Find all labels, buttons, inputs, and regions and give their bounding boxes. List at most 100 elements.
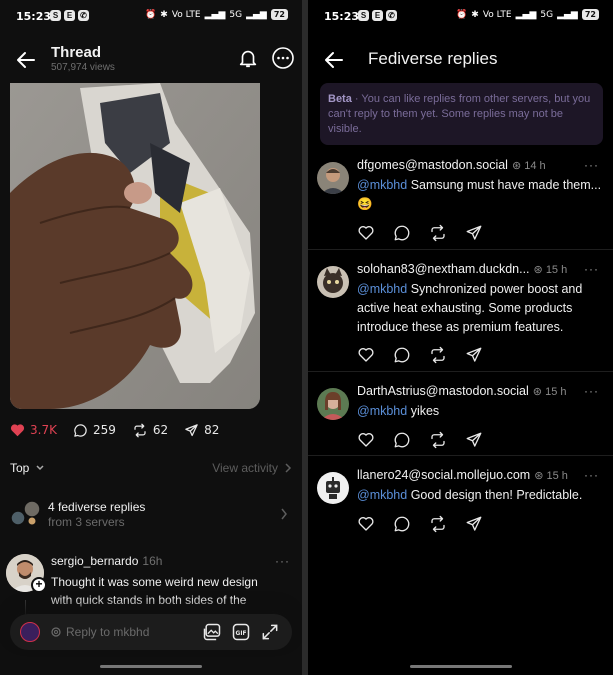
mention-link[interactable]: @mkbhd	[357, 488, 407, 502]
mention-link[interactable]: @mkbhd	[357, 282, 407, 296]
back-arrow-icon[interactable]	[14, 48, 38, 72]
repost-icon[interactable]	[429, 346, 447, 364]
hand-holding-phone-image	[10, 83, 260, 409]
whatsapp-icon: ✆	[78, 10, 89, 21]
reply-handle[interactable]: DarthAstrius@mastodon.social	[357, 384, 529, 398]
reply-count: 259	[92, 423, 116, 437]
follow-plus-icon[interactable]: +	[31, 577, 47, 593]
more-icon[interactable]: ···	[275, 554, 290, 568]
view-count: 507,974 views	[51, 62, 115, 73]
avatar[interactable]	[317, 472, 349, 504]
reply-handle[interactable]: llanero24@social.mollejuo.com	[357, 468, 530, 482]
fediverse-reply[interactable]: dfgomes@mastodon.social ⊛ 14 h ··· @mkbhd…	[308, 156, 613, 250]
reply-body: yikes	[410, 404, 440, 418]
reply-input[interactable]: Reply to mkbhd	[50, 625, 149, 639]
fediverse-reply[interactable]: DarthAstrius@mastodon.social ⊛ 15 h ··· @…	[308, 382, 613, 456]
reply-username[interactable]: sergio_bernardo	[51, 554, 138, 568]
comment-icon	[74, 423, 87, 437]
heart-icon[interactable]	[357, 515, 375, 533]
robot-avatar-image	[317, 472, 349, 504]
status-time: 15:23	[324, 10, 360, 23]
network-5g-label: 5G	[540, 9, 554, 20]
beta-badge: Beta	[328, 93, 352, 105]
threads-icon	[51, 627, 61, 637]
heart-icon[interactable]	[357, 431, 375, 449]
thread-screen: 15:23 S E ✆ ⏰ ✱ Vo LTE ▂▄▆ 5G ▂▄▆ 72 Thr…	[0, 0, 302, 675]
mention-link[interactable]: @mkbhd	[357, 404, 407, 418]
reply-handle[interactable]: dfgomes@mastodon.social	[357, 158, 508, 172]
send-icon[interactable]	[465, 431, 483, 449]
more-icon[interactable]: ···	[584, 158, 599, 172]
repost-icon[interactable]	[429, 431, 447, 449]
reply-time: 14 h	[524, 160, 546, 172]
post-image[interactable]	[10, 83, 260, 409]
own-avatar	[20, 622, 40, 642]
image-gallery-icon[interactable]	[202, 622, 222, 642]
comment-icon[interactable]	[393, 224, 411, 242]
reply-text: @mkbhd Good design then! Predictable.	[357, 486, 607, 505]
repost-icon[interactable]	[429, 515, 447, 533]
signal-icon: ▂▄▆	[515, 9, 537, 20]
reply-body: Samsung must have made them...	[410, 178, 602, 192]
avatar[interactable]	[317, 388, 349, 420]
like-button[interactable]: 3.7K	[10, 423, 57, 437]
repost-icon	[134, 423, 146, 437]
more-icon[interactable]: ···	[584, 384, 599, 398]
send-icon	[185, 423, 198, 436]
reply-handle[interactable]: solohan83@nextham.duckdn...	[357, 262, 530, 276]
person-avatar-image	[317, 388, 349, 420]
signal-icon: ▂▄▆	[204, 9, 226, 20]
reply-text: @mkbhd yikes	[357, 402, 607, 421]
back-arrow-icon[interactable]	[322, 48, 346, 72]
heart-icon[interactable]	[357, 224, 375, 242]
repost-count: 62	[152, 423, 169, 437]
reply-text: Thought it was some weird new design wit…	[51, 575, 258, 607]
share-button[interactable]: 82	[184, 423, 219, 438]
more-icon[interactable]: ···	[584, 262, 599, 276]
heart-icon[interactable]	[357, 346, 375, 364]
reply-text: @mkbhd Samsung must have made them... 😆	[357, 176, 607, 214]
expand-icon[interactable]	[260, 622, 280, 642]
network-5g-label: 5G	[229, 9, 243, 20]
page-title: Thread	[51, 44, 102, 61]
reply-item[interactable]: + sergio_bernardo 16h ··· Thought it was …	[6, 552, 296, 622]
network-label: Vo LTE	[171, 9, 201, 20]
fediverse-icon: ⊛	[534, 470, 544, 482]
reply-button[interactable]: 259	[73, 423, 116, 438]
sort-dropdown[interactable]: Top	[10, 461, 45, 475]
fediverse-replies-row[interactable]: 4 fediverse replies from 3 servers	[8, 496, 294, 532]
mention-link[interactable]: @mkbhd	[357, 178, 407, 192]
comment-icon[interactable]	[393, 431, 411, 449]
reply-input-placeholder: Reply to mkbhd	[66, 625, 150, 639]
avatar[interactable]	[317, 266, 349, 298]
reply-header: sergio_bernardo 16h	[51, 554, 162, 568]
beta-notice-text: You can like replies from other servers,…	[328, 93, 591, 135]
beta-notice: Beta · You can like replies from other s…	[320, 83, 603, 145]
fediverse-replies-screen: 15:23 S E ✆ ⏰ ✱ Vo LTE ▂▄▆ 5G ▂▄▆ 72 Fed…	[308, 0, 613, 675]
reply-body: Good design then! Predictable.	[410, 488, 583, 502]
fediverse-icon: ⊛	[532, 386, 543, 398]
bluetooth-icon: ✱	[471, 9, 479, 20]
reply-header: solohan83@nextham.duckdn... ⊛ 15 h	[357, 262, 567, 276]
like-count: 3.7K	[30, 423, 57, 437]
comment-icon[interactable]	[393, 346, 411, 364]
avatar[interactable]	[317, 162, 349, 194]
reply-composer[interactable]: Reply to mkbhd GIF	[10, 614, 292, 650]
network-label: Vo LTE	[482, 9, 512, 20]
send-icon[interactable]	[465, 515, 483, 533]
reply-header: llanero24@social.mollejuo.com ⊛ 15 h	[357, 468, 568, 482]
send-icon[interactable]	[465, 346, 483, 364]
bell-icon[interactable]	[237, 47, 259, 69]
repost-button[interactable]: 62	[132, 423, 168, 438]
more-icon[interactable]: ···	[584, 468, 599, 482]
app-notification-icon: S	[50, 10, 61, 21]
fediverse-reply[interactable]: solohan83@nextham.duckdn... ⊛ 15 h ··· @m…	[308, 260, 613, 372]
more-options-icon[interactable]	[271, 46, 295, 70]
view-activity-link[interactable]: View activity	[212, 461, 292, 475]
fediverse-reply[interactable]: llanero24@social.mollejuo.com ⊛ 15 h ··· …	[308, 466, 613, 540]
repost-icon[interactable]	[429, 224, 447, 242]
send-icon[interactable]	[465, 224, 483, 242]
sort-label: Top	[10, 461, 30, 475]
gif-icon[interactable]: GIF	[231, 622, 251, 642]
comment-icon[interactable]	[393, 515, 411, 533]
